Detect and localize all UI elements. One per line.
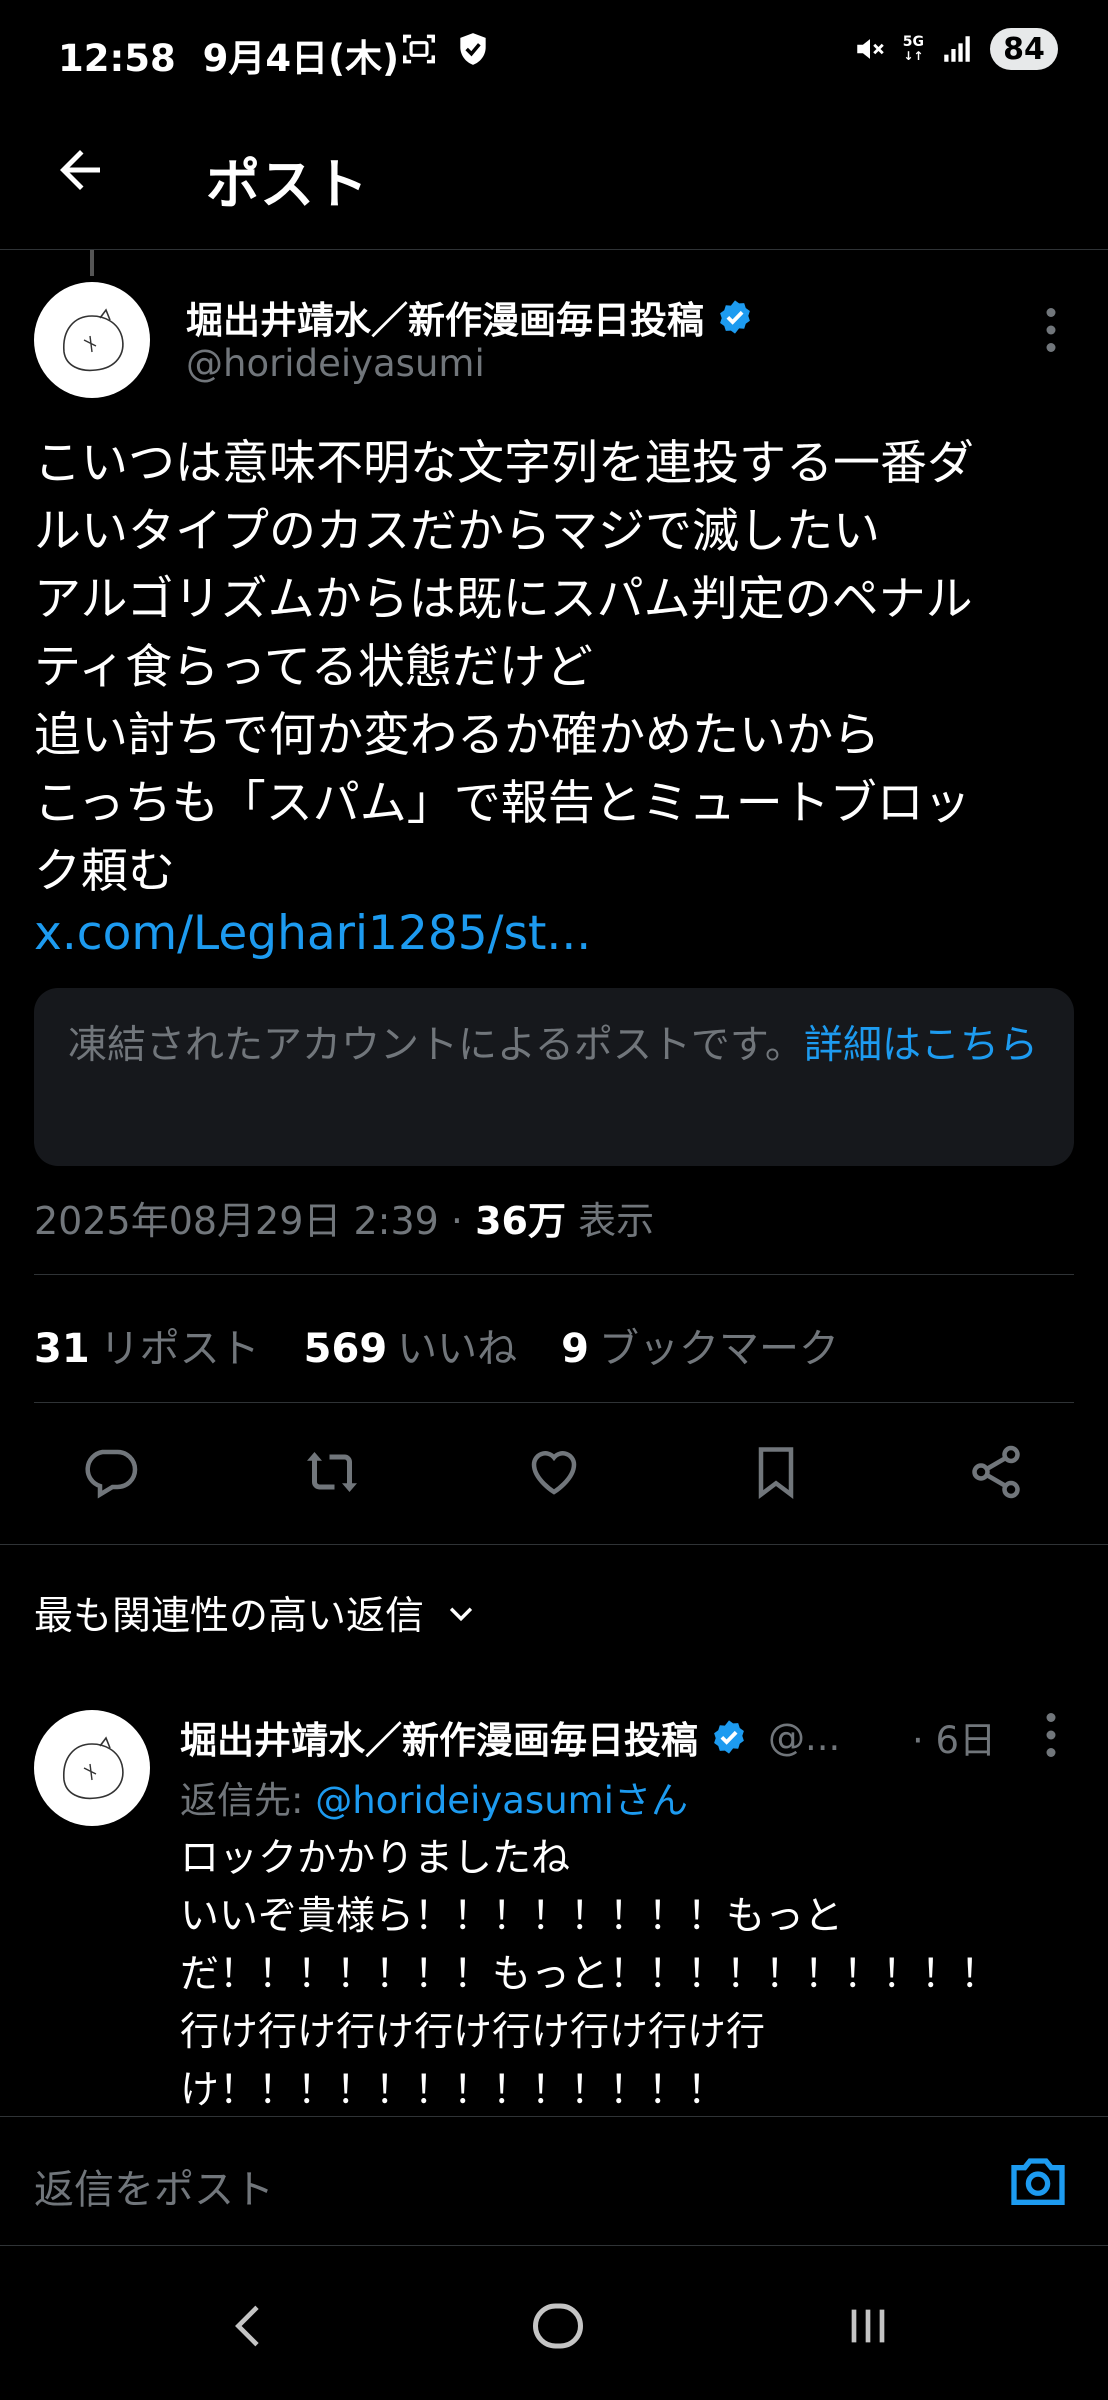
reply-to-line: 返信先: @horideiyasumiさん [180, 1770, 688, 1824]
mute-icon [857, 39, 884, 59]
data-arrows-icon: ↓↑ [903, 49, 924, 63]
engagement-stats: 31 リポスト 569 いいね 9 ブックマーク [34, 1316, 839, 1374]
status-system-icons: 5G ↓↑ 84 [853, 28, 1058, 70]
reply-body: ロックかかりましたね いいぞ貴様ら！！！！！！！！もっと だ！！！！！！！もっと… [180, 1836, 1000, 2113]
avatar-doodle-icon [63, 1736, 124, 1800]
recents-icon [851, 2309, 885, 2343]
verified-badge-icon [720, 300, 750, 334]
reply-input[interactable]: 返信をポスト [34, 2157, 274, 2215]
reply-author[interactable]: 堀出井靖水／新作漫画毎日投稿 @... [180, 1710, 840, 1764]
camera-icon [1011, 2158, 1065, 2205]
bookmarks-stat[interactable]: 9 ブックマーク [561, 1316, 839, 1374]
more-vertical-icon [1046, 1713, 1056, 1757]
chevron-left-icon [235, 2305, 259, 2347]
clock: 12:58 [58, 37, 176, 80]
arrow-left-icon [60, 150, 100, 190]
verified-badge-icon [714, 1720, 744, 1754]
reposts-count: 31 [34, 1326, 90, 1372]
post-body: こいつは意味不明な文字列を連投する一番ダ ルいタイプのカスだからマジで滅したい … [34, 436, 974, 899]
repost-button[interactable] [300, 1440, 364, 1504]
system-navigation-bar [0, 2246, 1108, 2400]
network-type: 5G ↓↑ [903, 35, 924, 63]
home-circle-icon [533, 2303, 583, 2349]
reply-button[interactable] [78, 1440, 142, 1504]
reposts-stat[interactable]: 31 リポスト [34, 1316, 260, 1374]
like-button[interactable] [522, 1440, 586, 1504]
heart-icon [531, 1451, 577, 1495]
post-meta: 2025年08月29日 2:39 · 36万 表示 [34, 1190, 654, 1245]
bookmark-button[interactable] [744, 1440, 808, 1504]
share-button[interactable] [964, 1440, 1028, 1504]
suspended-account-notice: 凍結されたアカウントによるポストです。詳細はこちら [34, 988, 1074, 1166]
screenshot-icon [403, 34, 435, 64]
meta-separator: · [450, 1199, 464, 1243]
notice-learn-more-link[interactable]: 詳細はこちら [804, 1023, 1038, 1068]
views-label: 表示 [578, 1199, 655, 1243]
likes-label: いいね [397, 1326, 518, 1372]
nav-home-button[interactable] [518, 2286, 598, 2366]
divider [34, 1274, 1074, 1275]
reply-icon [85, 1449, 138, 1499]
views-count: 36万 [475, 1199, 566, 1243]
reply-more-options-button[interactable] [1036, 1710, 1066, 1760]
status-bar: 12:58 9月4日(木) 5G ↓↑ 84 [0, 0, 1108, 104]
more-options-button[interactable] [1036, 305, 1066, 355]
sort-label: 最も関連性の高い返信 [34, 1594, 425, 1639]
notice-text: 凍結されたアカウントによるポストです。 [68, 1023, 804, 1068]
network-label: 5G [902, 34, 924, 50]
page-title: ポスト [206, 153, 368, 216]
shield-check-icon [460, 33, 486, 65]
likes-count: 569 [303, 1326, 388, 1372]
bookmark-icon [758, 1447, 794, 1499]
author-name-text: 堀出井靖水／新作漫画毎日投稿 [186, 299, 704, 342]
share-icon [972, 1445, 1020, 1499]
back-button[interactable] [50, 140, 110, 200]
app-header: ポスト [0, 104, 1108, 250]
signal-icon [944, 36, 970, 62]
post-timestamp[interactable]: 2025年08月29日 2:39 [34, 1199, 439, 1243]
reply-timestamp: · 6日 [912, 1719, 997, 1762]
camera-button[interactable] [1006, 2149, 1070, 2213]
reply-to-label: 返信先: [180, 1779, 316, 1822]
reply-sort-dropdown[interactable]: 最も関連性の高い返信 [34, 1585, 478, 1641]
reply-author-name: 堀出井靖水／新作漫画毎日投稿 [180, 1719, 698, 1762]
divider [0, 1544, 1108, 1545]
author-name[interactable]: 堀出井靖水／新作漫画毎日投稿 [186, 290, 754, 344]
battery-indicator: 84 [990, 28, 1058, 70]
reply-composer: 返信をポスト [0, 2116, 1108, 2246]
chevron-down-icon [449, 1607, 473, 1622]
reply-to-handle-link[interactable]: @horideiyasumiさん [315, 1779, 688, 1822]
divider [34, 1402, 1074, 1403]
status-time: 12:58 9月4日(木) [58, 28, 399, 82]
nav-back-button[interactable] [210, 2286, 290, 2366]
status-notification-icons [400, 30, 492, 68]
bookmarks-label: ブックマーク [599, 1326, 840, 1372]
reply-avatar[interactable] [34, 1710, 150, 1826]
more-vertical-icon [1046, 308, 1056, 352]
thread-connector-line [90, 250, 94, 276]
likes-stat[interactable]: 569 いいね [304, 1316, 518, 1374]
reply-author-handle: @... [768, 1715, 841, 1759]
post-action-bar [0, 1440, 1108, 1510]
post-link[interactable]: x.com/Leghari1285/st... [34, 906, 591, 961]
bookmarks-count: 9 [561, 1326, 590, 1372]
avatar-doodle-icon [63, 308, 124, 372]
author-handle[interactable]: @horideiyasumi [186, 342, 485, 385]
repost-icon [307, 1452, 357, 1492]
reposts-label: リポスト [99, 1326, 260, 1372]
avatar[interactable] [34, 282, 150, 398]
nav-recents-button[interactable] [828, 2286, 908, 2366]
status-date: 9月4日(木) [202, 37, 399, 80]
